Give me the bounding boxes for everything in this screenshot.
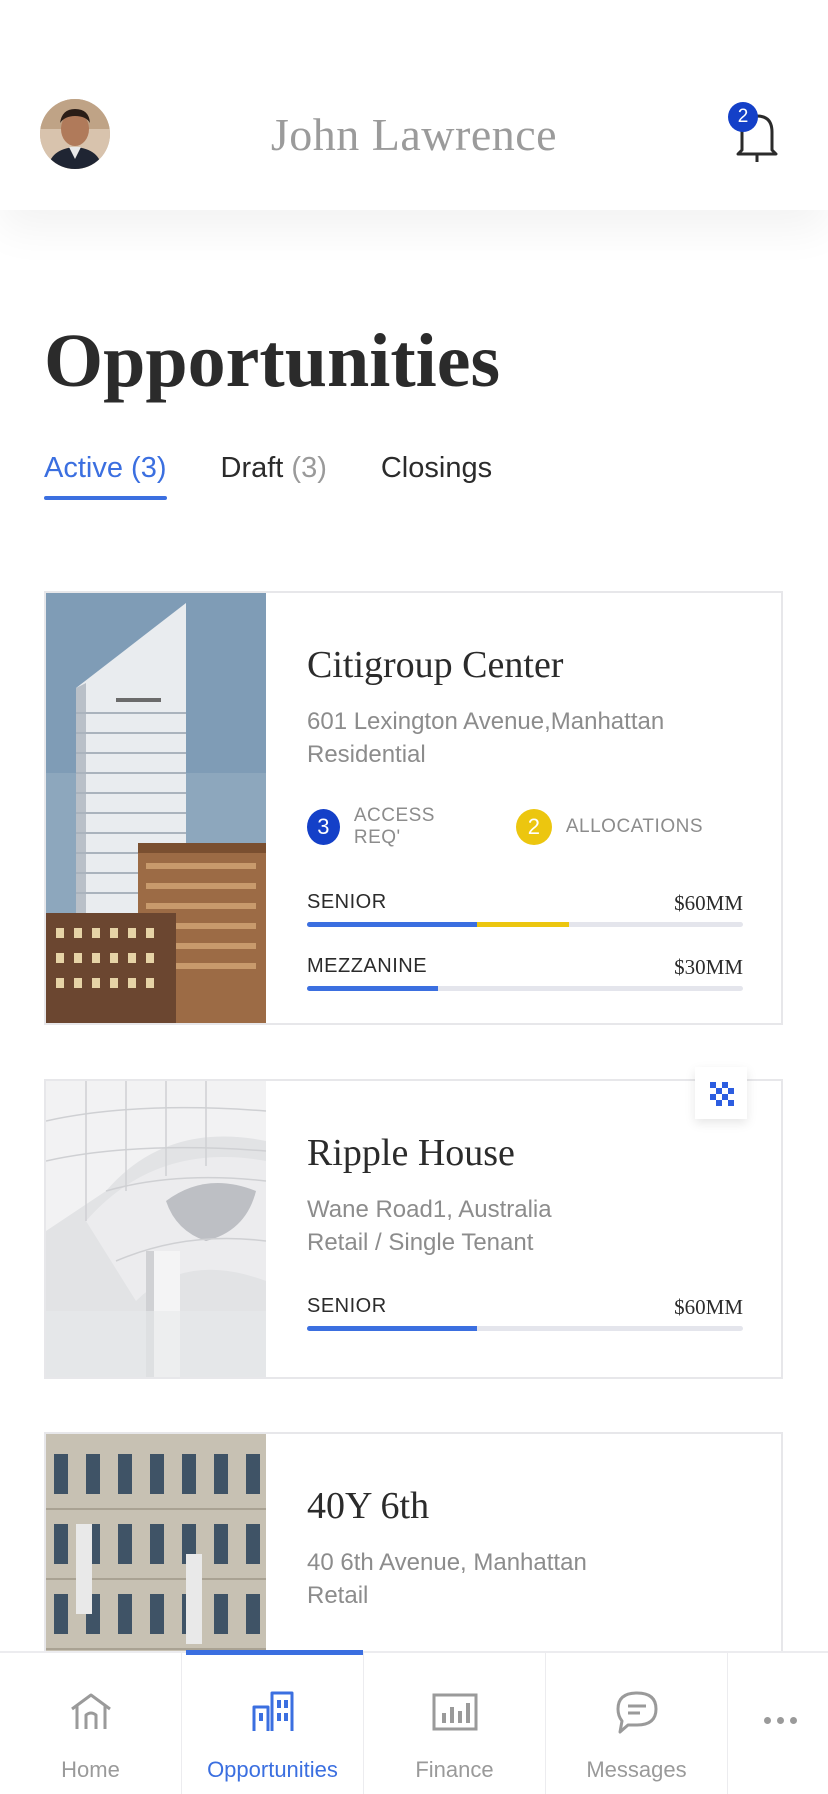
bar-chart-icon: [432, 1693, 477, 1731]
tab-label: Closings: [380, 452, 493, 484]
tranche-row: MEZZANINE $30MM: [307, 933, 743, 997]
more-dots-icon: [764, 1717, 803, 1724]
property-name: 40Y 6th: [307, 1485, 430, 1527]
allocations-badge[interactable]: 2 ALLOCATIONS: [515, 809, 703, 845]
tranche-progress-bar: [307, 986, 743, 991]
access-requests-badge[interactable]: 3 ACCESS REQ': [307, 805, 476, 849]
nav-label: Finance: [415, 1757, 494, 1782]
nav-messages[interactable]: Messages: [546, 1653, 728, 1794]
tranche-progress-bar: [307, 1326, 743, 1331]
property-address: Wane Road1, Australia: [307, 1196, 552, 1223]
nav-label: Home: [61, 1757, 120, 1782]
property-name: Citigroup Center: [307, 644, 564, 686]
progress-fill-blue: [307, 1326, 478, 1331]
nav-more-button[interactable]: [728, 1653, 828, 1794]
user-name: John Lawrence: [270, 109, 558, 160]
progress-fill-blue: [307, 922, 478, 927]
bottom-navigation: Home Opportunities Finance Messages: [0, 1650, 828, 1794]
nav-label: Opportunities: [207, 1757, 338, 1782]
status-badges: 3 ACCESS REQ' 2 ALLOCATIONS: [307, 805, 743, 849]
nav-opportunities[interactable]: Opportunities: [182, 1650, 364, 1794]
buildings-icon: [252, 1691, 293, 1731]
tab-active[interactable]: Active (3): [44, 452, 167, 502]
tranche-row: SENIOR $60MM: [307, 869, 743, 933]
opportunity-card-ripple-house[interactable]: Ripple House Wane Road1, Australia Retai…: [44, 1067, 783, 1379]
tab-closings[interactable]: Closings: [381, 452, 492, 502]
tranche-amount: $60MM: [674, 1295, 743, 1319]
property-type: Residential: [307, 741, 426, 768]
tranche-row: SENIOR $60MM: [307, 1273, 743, 1337]
tab-label: Draft: [220, 452, 284, 484]
progress-fill-yellow: [477, 922, 569, 927]
tab-count: (3): [131, 452, 167, 484]
home-icon: [70, 1693, 111, 1729]
property-type: Retail / Single Tenant: [307, 1229, 534, 1256]
badge-label: ALLOCATIONS: [565, 816, 703, 837]
opportunity-tabs: Active (3) Draft (3) Closings: [44, 452, 546, 502]
app-header: John Lawrence 2: [0, 0, 828, 210]
notification-count-badge: 2: [728, 102, 758, 132]
badge-label: ACCESS REQ': [353, 805, 435, 848]
opportunity-card-citigroup-center[interactable]: Citigroup Center 601 Lexington Avenue,Ma…: [44, 591, 783, 1025]
nav-home[interactable]: Home: [0, 1653, 182, 1794]
tab-label: Active: [44, 452, 123, 484]
tranche-amount: $60MM: [674, 891, 743, 915]
tranche-progress-bar: [307, 922, 743, 927]
nav-finance[interactable]: Finance: [364, 1653, 546, 1794]
tranche-amount: $30MM: [674, 955, 743, 979]
nav-label: Messages: [586, 1757, 687, 1782]
chat-icon: [616, 1691, 657, 1734]
property-name: Ripple House: [307, 1132, 515, 1174]
property-address: 601 Lexington Avenue,Manhattan: [307, 708, 665, 735]
tranche-name: SENIOR: [307, 891, 387, 913]
tranche-name: MEZZANINE: [307, 955, 428, 977]
badge-count: 2: [515, 809, 552, 845]
badge-count: 3: [307, 809, 340, 845]
page-title: Opportunities: [44, 319, 501, 403]
tranche-name: SENIOR: [307, 1295, 387, 1317]
tab-count: (3): [291, 452, 327, 484]
property-type: Retail: [307, 1582, 369, 1609]
progress-fill-blue: [307, 986, 438, 991]
tab-draft[interactable]: Draft (3): [221, 452, 327, 502]
property-photo: [46, 593, 266, 1023]
property-address: 40 6th Avenue, Manhattan: [307, 1549, 587, 1576]
property-photo: [46, 1081, 266, 1377]
